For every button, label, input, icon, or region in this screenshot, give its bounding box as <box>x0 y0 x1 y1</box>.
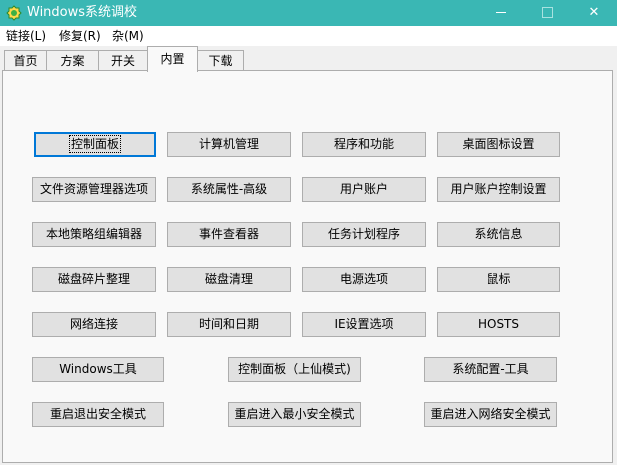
tab-switch[interactable]: 开关 <box>98 50 148 71</box>
app-icon <box>6 5 22 21</box>
power-options-button[interactable]: 电源选项 <box>302 267 426 292</box>
windows-tools-button[interactable]: Windows工具 <box>32 357 164 382</box>
menu-bar: 链接(L) 修复(R) 杂(M) <box>0 26 617 46</box>
date-time-button[interactable]: 时间和日期 <box>167 312 291 337</box>
tab-builtin[interactable]: 内置 <box>147 46 198 72</box>
programs-features-button[interactable]: 程序和功能 <box>302 132 426 157</box>
tab-panel-builtin: 控制面板 计算机管理 程序和功能 桌面图标设置 文件资源管理器选项 系统属性-高… <box>2 70 613 463</box>
network-connections-button[interactable]: 网络连接 <box>32 312 156 337</box>
god-mode-control-panel-button[interactable]: 控制面板（上仙模式) <box>228 357 361 382</box>
local-group-policy-editor-button[interactable]: 本地策略组编辑器 <box>32 222 156 247</box>
menu-repair[interactable]: 修复(R) <box>59 26 101 46</box>
system-information-button[interactable]: 系统信息 <box>437 222 560 247</box>
minimize-icon <box>496 12 506 13</box>
close-button[interactable]: ✕ <box>571 0 617 26</box>
reboot-network-safe-mode-button[interactable]: 重启进入网络安全模式 <box>424 402 557 427</box>
user-accounts-button[interactable]: 用户账户 <box>302 177 426 202</box>
system-config-tool-button[interactable]: 系统配置-工具 <box>424 357 557 382</box>
tab-download[interactable]: 下载 <box>197 50 244 71</box>
tab-home[interactable]: 首页 <box>4 50 47 71</box>
title-bar[interactable]: Windows系统调校 ✕ <box>0 0 617 26</box>
maximize-icon <box>541 7 553 18</box>
minimize-button[interactable] <box>478 0 524 26</box>
system-properties-advanced-button[interactable]: 系统属性-高级 <box>167 177 291 202</box>
maximize-button[interactable] <box>524 0 570 26</box>
control-panel-button[interactable]: 控制面板 <box>34 132 156 157</box>
close-icon: ✕ <box>588 5 600 20</box>
reboot-minimal-safe-mode-button[interactable]: 重启进入最小安全模式 <box>228 402 361 427</box>
hosts-button[interactable]: HOSTS <box>437 312 560 337</box>
computer-management-button[interactable]: 计算机管理 <box>167 132 291 157</box>
mouse-button[interactable]: 鼠标 <box>437 267 560 292</box>
reboot-exit-safe-mode-button[interactable]: 重启退出安全模式 <box>32 402 164 427</box>
file-explorer-options-button[interactable]: 文件资源管理器选项 <box>32 177 156 202</box>
menu-links[interactable]: 链接(L) <box>6 26 46 46</box>
uac-settings-button[interactable]: 用户账户控制设置 <box>437 177 560 202</box>
window-title: Windows系统调校 <box>27 5 138 20</box>
ie-settings-button[interactable]: IE设置选项 <box>302 312 426 337</box>
menu-misc[interactable]: 杂(M) <box>112 26 144 46</box>
tab-strip: 首页 方案 开关 内置 下载 <box>0 46 617 72</box>
task-scheduler-button[interactable]: 任务计划程序 <box>302 222 426 247</box>
disk-defrag-button[interactable]: 磁盘碎片整理 <box>32 267 156 292</box>
tab-scheme[interactable]: 方案 <box>46 50 99 71</box>
desktop-icon-settings-button[interactable]: 桌面图标设置 <box>437 132 560 157</box>
disk-cleanup-button[interactable]: 磁盘清理 <box>167 267 291 292</box>
event-viewer-button[interactable]: 事件查看器 <box>167 222 291 247</box>
